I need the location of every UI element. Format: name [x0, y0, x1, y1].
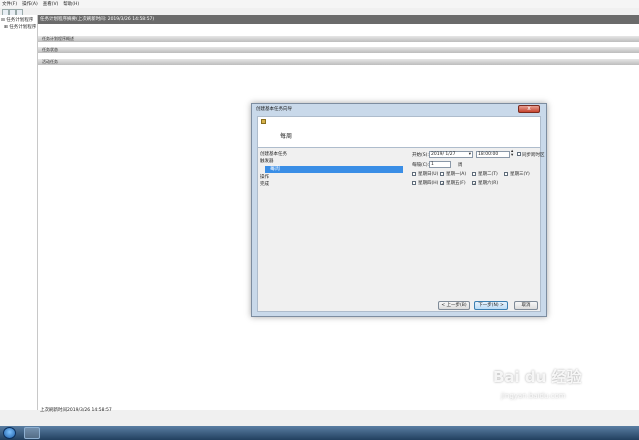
tree-item-library[interactable]: ⊞ 任务计划程序	[4, 24, 36, 30]
step-trigger[interactable]: 触发器	[260, 158, 274, 164]
monday-label: 星期一(A)	[446, 172, 467, 177]
sync-timezone-label: 同步跨时区	[522, 153, 545, 158]
watermark-logo: Bai du 经验	[493, 368, 582, 386]
start-time-value: 18:00:00	[478, 152, 499, 157]
summary-header: 任务计划程序摘要(上次刷新时间: 2019/3/26 14:58:57)	[38, 15, 639, 24]
taskbar	[0, 426, 639, 440]
tuesday-checkbox[interactable]	[472, 172, 476, 176]
recur-interval-value: 1	[431, 162, 434, 167]
thursday-checkbox[interactable]	[412, 181, 416, 185]
create-basic-task-wizard: 创建基本任务向导 x 每周 创建基本任务 触发器 每周 操作 完成 开始(S):…	[251, 103, 547, 317]
sunday-label: 星期日(U)	[418, 172, 439, 177]
start-label: 开始(S):	[412, 153, 429, 158]
menu-bar: 文件(F) 操作(A) 查看(V) 帮助(H)	[0, 0, 639, 8]
check-icon: ✓	[441, 181, 445, 186]
step-create-task[interactable]: 创建基本任务	[260, 151, 287, 157]
tree-item-root[interactable]: ⊟ 任务计划程序	[1, 17, 33, 23]
recur-unit: 周	[458, 163, 463, 168]
thursday-label: 星期四(H)	[418, 181, 439, 186]
wednesday-label: 星期三(Y)	[510, 172, 530, 177]
saturday-label: 星期六(R)	[478, 181, 499, 186]
wizard-page-title: 每周	[280, 133, 293, 140]
monday-checkbox[interactable]	[440, 172, 444, 176]
close-button[interactable]: x	[518, 105, 540, 113]
baidu-watermark: Bai du 经验 jingyan.baidu.com	[493, 366, 633, 416]
menu-view[interactable]: 查看(V)	[43, 1, 59, 7]
menu-help[interactable]: 帮助(H)	[63, 1, 79, 7]
start-time-field[interactable]: 18:00:00	[476, 151, 510, 158]
start-date-value: 2019/ 1/27	[431, 152, 456, 157]
step-finish[interactable]: 完成	[260, 181, 269, 187]
saturday-checkbox[interactable]: ✓	[472, 181, 477, 186]
sync-timezone-checkbox[interactable]	[517, 152, 521, 156]
friday-label: 星期五(F)	[446, 181, 466, 186]
dropdown-arrow-icon[interactable]: ▾	[469, 152, 471, 157]
sunday-checkbox[interactable]	[412, 172, 416, 176]
section-overview[interactable]: 任务计划程序概述	[38, 36, 639, 42]
menu-file[interactable]: 文件(F)	[2, 1, 17, 7]
console-tree: ⊟ 任务计划程序 ⊞ 任务计划程序	[0, 15, 38, 410]
check-icon: ✓	[473, 181, 477, 186]
wizard-body: 创建基本任务 触发器 每周 操作 完成 开始(S): 2019/ 1/27 ▾ 1…	[257, 148, 545, 312]
last-refresh-text: 上次刷新时间2019/3/26 14:58:57	[40, 408, 112, 413]
section-active-tasks[interactable]: 活动任务	[38, 59, 639, 65]
taskbar-app-icon[interactable]	[24, 427, 40, 439]
step-weekly[interactable]: 每周	[265, 166, 403, 173]
wednesday-checkbox[interactable]	[504, 172, 508, 176]
wizard-header: 每周	[257, 116, 541, 148]
step-action[interactable]: 操作	[260, 174, 269, 180]
wizard-title: 创建基本任务向导	[256, 107, 292, 112]
cancel-button[interactable]: 取消	[514, 301, 538, 310]
tuesday-label: 星期二(T)	[478, 172, 498, 177]
menu-action[interactable]: 操作(A)	[22, 1, 38, 7]
section-task-status[interactable]: 任务状态	[38, 47, 639, 53]
recur-label: 每隔(C):	[412, 163, 430, 168]
friday-checkbox[interactable]: ✓	[440, 181, 445, 186]
start-orb-icon[interactable]	[3, 427, 16, 439]
back-button[interactable]: < 上一步(B)	[438, 301, 470, 310]
watermark-url: jingyan.baidu.com	[501, 392, 566, 400]
start-date-picker[interactable]: 2019/ 1/27 ▾	[429, 151, 473, 158]
time-spinner-icon[interactable]: ▴ ▾	[511, 149, 513, 158]
recur-interval-field[interactable]: 1	[429, 161, 451, 168]
next-button[interactable]: 下一步(N) >	[474, 301, 508, 310]
task-icon	[261, 119, 266, 124]
